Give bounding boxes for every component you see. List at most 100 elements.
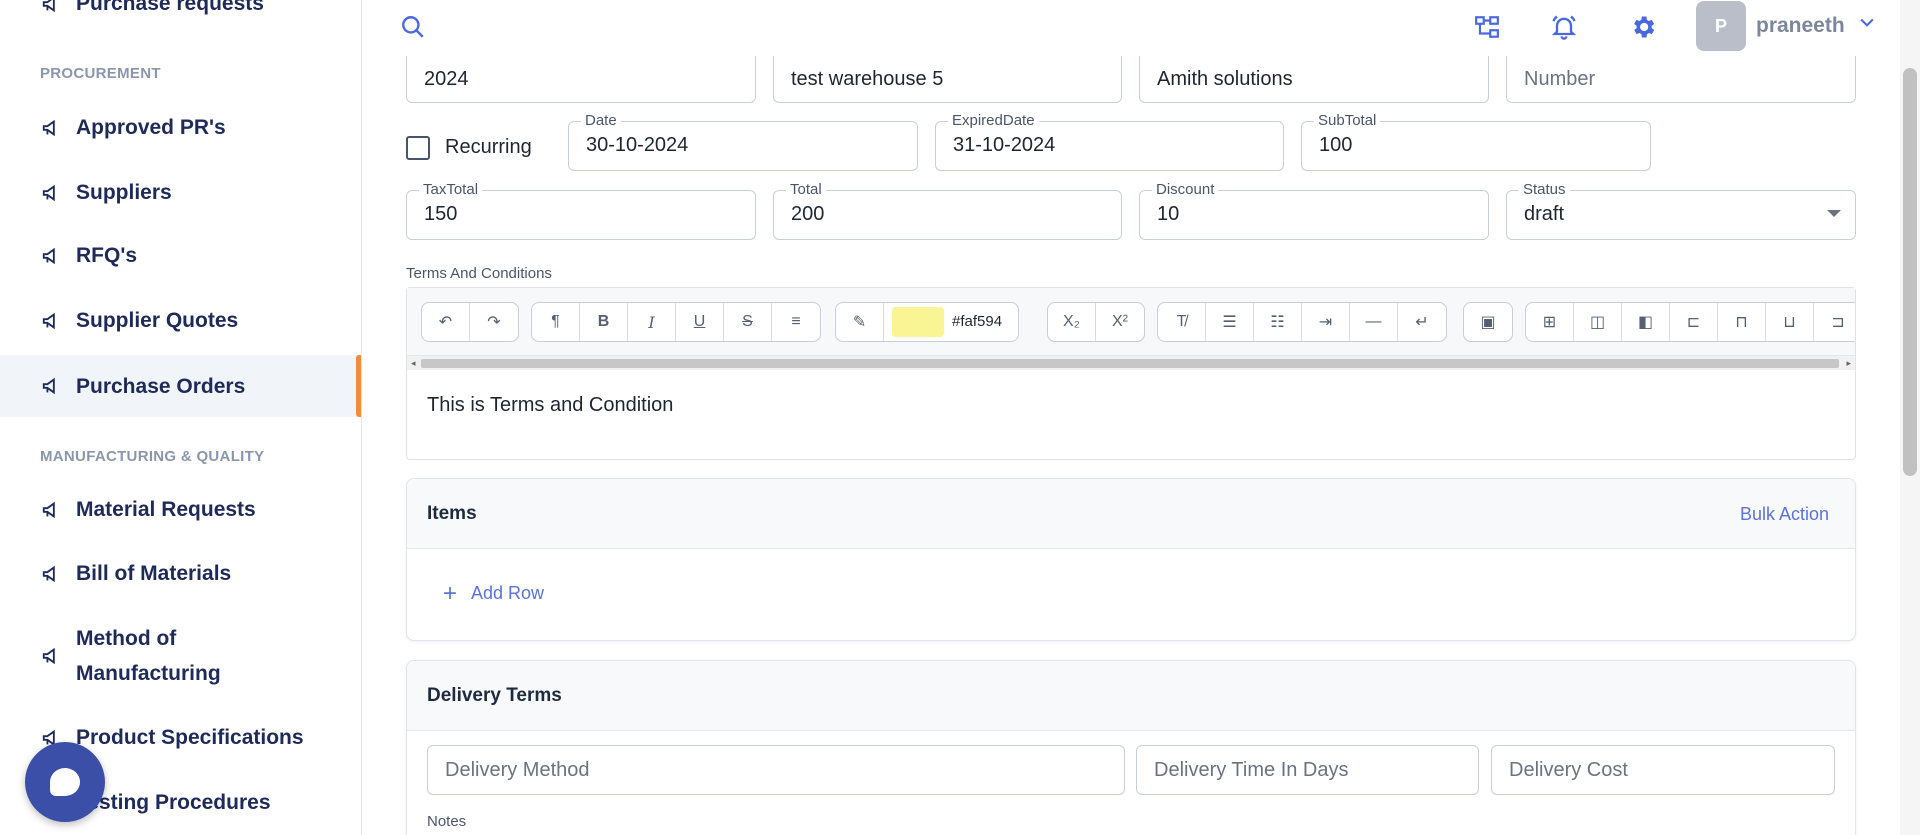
- search-icon[interactable]: [400, 14, 426, 40]
- delivery-method-input[interactable]: Delivery Method: [427, 745, 1125, 795]
- user-menu[interactable]: P praneeth: [1696, 0, 1877, 52]
- delete-column-icon[interactable]: ⊏: [1670, 303, 1718, 341]
- numbered-list-icon[interactable]: ☷: [1254, 303, 1302, 341]
- toolbar-group-color: ✎ #faf594: [835, 302, 1020, 342]
- align-icon[interactable]: ≡: [772, 303, 820, 341]
- insert-row-after-icon[interactable]: ⊔: [1766, 303, 1814, 341]
- org-chart-icon[interactable]: [1473, 13, 1501, 41]
- undo-icon[interactable]: ↶: [422, 303, 470, 341]
- total-field[interactable]: Total 200: [773, 181, 1122, 240]
- subtotal-value: 100: [1319, 134, 1353, 156]
- add-row-label: Add Row: [471, 583, 545, 603]
- supplier-field[interactable]: Amith solutions: [1139, 56, 1489, 103]
- superscript-icon[interactable]: X²: [1096, 303, 1144, 341]
- strikethrough-icon[interactable]: S: [724, 303, 772, 341]
- year-field[interactable]: 2024: [406, 56, 756, 103]
- insert-column-before-icon[interactable]: ◫: [1574, 303, 1622, 341]
- bold-icon[interactable]: B: [580, 303, 628, 341]
- horizontal-rule-icon[interactable]: —: [1350, 303, 1398, 341]
- clear-format-icon[interactable]: T̸: [1158, 303, 1206, 341]
- toolbar-group-table: ⊞ ◫ ◧ ⊏ ⊓ ⊔ ⊐: [1525, 302, 1855, 342]
- sidebar-item-supplier-quotes[interactable]: Supplier Quotes: [0, 303, 361, 338]
- sidebar-item-suppliers[interactable]: Suppliers: [0, 175, 361, 210]
- warehouse-field[interactable]: test warehouse 5: [773, 56, 1122, 103]
- bulk-action-button[interactable]: Bulk Action: [1740, 504, 1829, 525]
- items-card: Items Bulk Action + Add Row: [406, 478, 1856, 641]
- chevron-down-icon[interactable]: [1857, 12, 1877, 32]
- sidebar-section-manufacturing-quality: MANUFACTURING & QUALITY: [40, 448, 265, 465]
- table-icon[interactable]: ⊞: [1526, 303, 1574, 341]
- toolbar-scrollbar[interactable]: ◂ ▸: [407, 356, 1855, 370]
- megaphone-icon: [40, 309, 64, 333]
- italic-icon[interactable]: I: [628, 303, 676, 341]
- paragraph-icon[interactable]: ¶: [532, 303, 580, 341]
- discount-field[interactable]: Discount 10: [1139, 181, 1489, 240]
- year-value: 2024: [424, 68, 469, 90]
- chat-launcher-button[interactable]: [25, 742, 105, 822]
- status-value: draft: [1524, 203, 1565, 225]
- toolbar-group-script: X₂ X²: [1047, 302, 1145, 342]
- wrap-icon[interactable]: ↵: [1398, 303, 1446, 341]
- indent-icon[interactable]: ⇥: [1302, 303, 1350, 341]
- discount-value: 10: [1157, 203, 1180, 225]
- sidebar-item-purchase-orders[interactable]: Purchase Orders: [0, 355, 361, 417]
- sidebar-item-label: Testing Procedures: [76, 791, 271, 814]
- delivery-days-input[interactable]: Delivery Time In Days: [1136, 745, 1479, 795]
- insert-column-after-icon[interactable]: ◧: [1622, 303, 1670, 341]
- underline-icon[interactable]: U: [676, 303, 724, 341]
- supplier-value: Amith solutions: [1157, 68, 1293, 90]
- megaphone-icon: [40, 562, 64, 586]
- page-scroll-thumb[interactable]: [1903, 68, 1917, 476]
- avatar: P: [1696, 1, 1746, 51]
- delivery-cost-input[interactable]: Delivery Cost: [1491, 745, 1835, 795]
- sidebar-item-label: Material Requests: [76, 498, 256, 521]
- add-row-button[interactable]: + Add Row: [443, 579, 545, 607]
- sidebar-item-label: Purchase Orders: [76, 374, 246, 398]
- bell-icon[interactable]: [1550, 13, 1578, 41]
- expired-date-field[interactable]: ExpiredDate 31-10-2024: [935, 112, 1284, 171]
- plus-icon: +: [443, 579, 458, 607]
- sidebar-item-label: Method of: [76, 627, 177, 650]
- sidebar-item-label: Product Specifications: [76, 726, 304, 749]
- subscript-icon[interactable]: X₂: [1048, 303, 1096, 341]
- scroll-thumb[interactable]: [421, 359, 1839, 368]
- sidebar-item-label-wrap: Method of Manufacturing: [76, 621, 221, 691]
- scroll-right-icon[interactable]: ▸: [1846, 356, 1851, 370]
- page-scrollbar[interactable]: [1900, 0, 1920, 835]
- taxtotal-label: TaxTotal: [419, 181, 483, 198]
- total-label: Total: [786, 181, 826, 198]
- image-icon[interactable]: ▣: [1464, 303, 1512, 341]
- taxtotal-field[interactable]: TaxTotal 150: [406, 181, 756, 240]
- number-field[interactable]: Number: [1506, 56, 1856, 103]
- highlighter-icon[interactable]: ✎: [836, 303, 884, 341]
- sidebar-item-label-line2: Manufacturing: [76, 662, 221, 685]
- insert-row-before-icon[interactable]: ⊓: [1718, 303, 1766, 341]
- subtotal-label: SubTotal: [1314, 112, 1381, 129]
- status-select[interactable]: Status draft: [1506, 181, 1856, 240]
- editor-content[interactable]: This is Terms and Condition: [427, 394, 673, 417]
- sidebar-item-approved-prs[interactable]: Approved PR's: [0, 110, 361, 145]
- terms-label: Terms And Conditions: [406, 265, 552, 282]
- sidebar-item-material-requests[interactable]: Material Requests: [0, 492, 361, 527]
- redo-icon[interactable]: ↷: [470, 303, 518, 341]
- sidebar-item-label: RFQ's: [76, 244, 138, 267]
- sidebar-item-label: Bill of Materials: [76, 562, 232, 585]
- color-swatch[interactable]: [892, 307, 944, 337]
- sidebar: Purchase requests PROCUREMENT Approved P…: [0, 0, 362, 835]
- sidebar-item-bill-of-materials[interactable]: Bill of Materials: [0, 556, 361, 591]
- date-field[interactable]: Date 30-10-2024: [568, 112, 918, 171]
- delete-row-icon[interactable]: ⊐: [1814, 303, 1855, 341]
- sidebar-item-purchase-requests[interactable]: Purchase requests: [0, 0, 361, 21]
- megaphone-icon: [40, 374, 64, 398]
- bullet-list-icon[interactable]: ☰: [1206, 303, 1254, 341]
- sidebar-item-rfqs[interactable]: RFQ's: [0, 238, 361, 273]
- sidebar-item-method-of-manufacturing[interactable]: Method of Manufacturing: [0, 621, 361, 691]
- subtotal-field[interactable]: SubTotal 100: [1301, 112, 1651, 171]
- recurring-checkbox[interactable]: [406, 136, 430, 160]
- scroll-left-icon[interactable]: ◂: [411, 356, 416, 370]
- username: praneeth: [1756, 14, 1845, 37]
- delivery-days-placeholder: Delivery Time In Days: [1154, 759, 1349, 781]
- expired-date-value: 31-10-2024: [953, 134, 1056, 156]
- gear-icon[interactable]: [1629, 13, 1657, 41]
- expired-date-label: ExpiredDate: [948, 112, 1039, 129]
